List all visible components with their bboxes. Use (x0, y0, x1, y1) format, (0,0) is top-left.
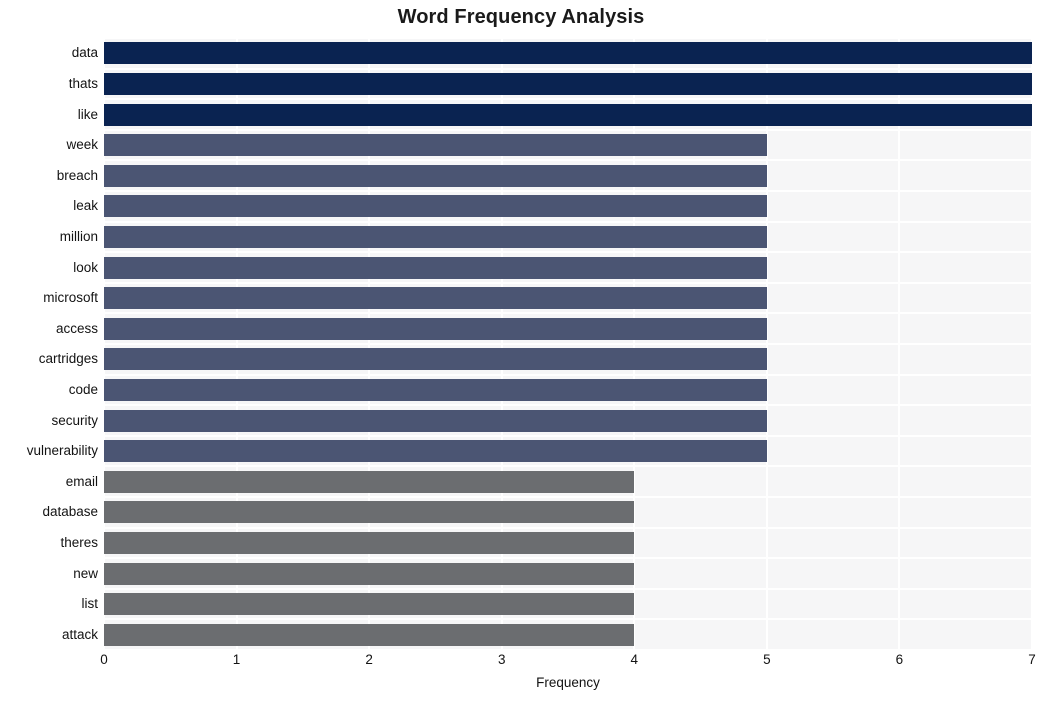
y-axis-tick-label: week (66, 137, 98, 153)
bar (104, 103, 1032, 126)
bar (104, 256, 767, 279)
bar (104, 195, 767, 218)
bar (104, 562, 635, 585)
y-axis-tick-label: look (73, 259, 98, 275)
x-axis-title: Frequency (536, 675, 600, 690)
bar (104, 440, 767, 463)
y-axis-tick-label: list (81, 596, 99, 612)
chart-title: Word Frequency Analysis (397, 6, 645, 28)
y-axis-tick-label: thats (68, 75, 98, 91)
y-axis-tick-label: million (59, 228, 98, 244)
y-axis-tick-label: cartridges (38, 351, 98, 367)
bar (104, 470, 635, 493)
bar (104, 134, 767, 157)
x-axis-tick-label: 1 (232, 652, 241, 667)
x-axis-tick-label: 7 (1028, 652, 1036, 667)
bar (104, 501, 635, 524)
y-axis-tick-label: microsoft (43, 290, 98, 306)
y-axis-tick-label: code (68, 381, 98, 397)
y-axis-tick-label: like (77, 106, 98, 122)
x-axis-tick-label: 5 (763, 652, 771, 667)
bar (104, 42, 1032, 65)
x-axis-tick-label: 6 (895, 652, 904, 667)
x-axis-tick-label: 2 (365, 652, 373, 667)
bar (104, 378, 767, 401)
bar (104, 623, 635, 646)
y-axis-tick-label: access (55, 320, 98, 336)
bars-layer (104, 38, 1032, 650)
y-axis-tick-label: new (73, 565, 98, 581)
y-axis-tick-label: leak (73, 198, 98, 214)
y-axis-tick-label: theres (60, 534, 98, 550)
bar (104, 348, 767, 371)
x-axis-tick-labels: 0 1 2 3 4 5 6 7 (100, 652, 1036, 674)
x-axis-tick-label: 0 (100, 652, 108, 667)
y-axis-tick-label: breach (56, 167, 98, 183)
bar (104, 593, 635, 616)
y-axis-labels: data thats like week breach leak million look mi… (0, 38, 98, 650)
bar (104, 164, 767, 187)
y-axis-tick-label: data (71, 45, 98, 61)
bar (104, 72, 1032, 95)
y-axis-tick-label: attack (61, 626, 98, 642)
y-axis-tick-label: database (42, 504, 98, 520)
y-axis-tick-label: email (65, 473, 98, 489)
y-axis-tick-label: vulnerability (26, 443, 98, 459)
bar (104, 409, 767, 432)
bar (104, 317, 767, 340)
bar (104, 531, 635, 554)
x-axis-tick-label: 4 (630, 652, 639, 667)
bar (104, 225, 767, 248)
x-axis-tick-label: 3 (497, 652, 506, 667)
bar (104, 287, 767, 310)
word-frequency-bar-chart: Word Frequency Analysis data thats like wee… (0, 0, 1042, 701)
y-axis-tick-label: security (51, 412, 98, 428)
